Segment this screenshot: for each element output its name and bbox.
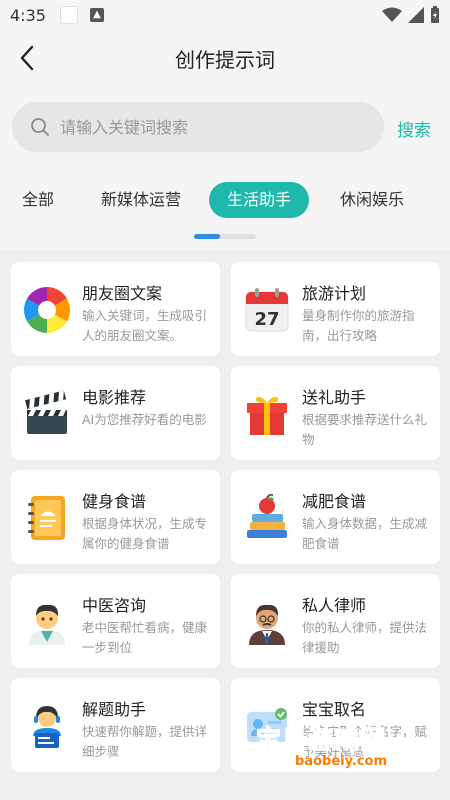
watermark: 宝贝游戏网 baobeiy.com <box>256 720 426 790</box>
tutor-avatar-icon <box>33 705 61 748</box>
search-input[interactable] <box>60 117 340 137</box>
app-notification-icon: ▲ <box>89 8 104 22</box>
card-desc: 输入身体数据，生成减肥食谱 <box>302 516 428 551</box>
card-title: 宝宝取名 <box>302 700 367 719</box>
tab-new-media[interactable]: 新媒体运营 <box>96 182 186 218</box>
signal-icon <box>408 7 424 23</box>
card-desc: 量身制作你的旅游指南，出行攻略 <box>302 308 415 343</box>
card-private-lawyer[interactable]: 私人律师 你的私人律师，提供法律援助 <box>231 574 440 668</box>
app-header: 创作提示词 <box>0 30 450 86</box>
card-title: 电影推荐 <box>82 388 147 407</box>
search-box[interactable] <box>12 102 384 152</box>
tab-scroll-indicator <box>194 234 256 239</box>
notification-placeholder-icon <box>59 6 78 24</box>
watermark-text: 宝贝游戏网 <box>256 725 387 755</box>
battery-icon <box>431 6 439 23</box>
lawyer-avatar-icon <box>249 604 285 645</box>
tab-all[interactable]: 全部 <box>18 182 58 218</box>
search-icon <box>31 118 49 136</box>
card-title: 健身食谱 <box>82 492 147 511</box>
card-travel-plan[interactable]: 27 旅游计划 量身制作你的旅游指南，出行攻略 <box>231 262 440 356</box>
card-moments-copy[interactable]: 朋友圈文案 输入关键词，生成吸引人的朋友圈文案。 <box>11 262 220 356</box>
page-title: 创作提示词 <box>175 48 275 72</box>
gift-box-icon <box>247 396 287 435</box>
recipe-notebook-icon <box>28 496 65 540</box>
status-icons <box>382 6 440 24</box>
card-title: 解题助手 <box>82 700 147 719</box>
watermark-url: baobeiy.com <box>295 754 387 769</box>
tab-leisure[interactable]: 休闲娱乐 <box>336 182 408 218</box>
card-desc: AI为您推荐好看的电影 <box>82 412 207 427</box>
status-time: 4:35 <box>10 5 46 25</box>
card-gift-assistant[interactable]: 送礼助手 根据要求推荐送什么礼物 <box>231 366 440 460</box>
books-apple-icon <box>247 494 287 538</box>
tab-life-assistant[interactable]: 生活助手 <box>209 182 309 218</box>
doctor-avatar-icon <box>29 604 65 645</box>
card-desc: 老中医帮忙看病，健康一步到位 <box>82 620 208 655</box>
category-tabs: 全部 新媒体运营 生活助手 休闲娱乐 <box>0 170 450 250</box>
prompt-grid: 朋友圈文案 输入关键词，生成吸引人的朋友圈文案。 27 旅游计划 量身制作你的旅… <box>0 250 450 800</box>
wifi-icon <box>382 7 402 22</box>
card-desc: 根据要求推荐送什么礼物 <box>302 412 428 447</box>
card-desc: 根据身体状况，生成专属你的健身食谱 <box>82 516 208 551</box>
calendar-27-icon: 27 <box>245 288 289 332</box>
card-title: 旅游计划 <box>302 284 367 303</box>
camera-aperture-icon <box>24 287 70 333</box>
card-movie-recommend[interactable]: 电影推荐 AI为您推荐好看的电影 <box>11 366 220 460</box>
card-tcm-consult[interactable]: 中医咨询 老中医帮忙看病，健康一步到位 <box>11 574 220 668</box>
card-title: 送礼助手 <box>302 388 367 407</box>
search-button[interactable]: 搜索 <box>397 116 431 141</box>
search-row: 搜索 <box>0 86 450 170</box>
card-desc: 你的私人律师，提供法律援助 <box>302 620 428 655</box>
status-bar: 4:35 ▲ <box>0 0 450 30</box>
card-desc: 输入关键词，生成吸引人的朋友圈文案。 <box>82 308 208 343</box>
card-desc: 快速帮你解题，提供详细步骤 <box>82 724 208 759</box>
card-problem-solver[interactable]: 解题助手 快速帮你解题，提供详细步骤 <box>11 678 220 772</box>
svg-text:27: 27 <box>254 309 279 330</box>
card-fitness-recipe[interactable]: 健身食谱 根据身体状况，生成专属你的健身食谱 <box>11 470 220 564</box>
card-title: 中医咨询 <box>82 596 147 615</box>
card-title: 减肥食谱 <box>302 492 367 511</box>
card-title: 私人律师 <box>302 596 367 615</box>
card-diet-recipe[interactable]: 减肥食谱 输入身体数据，生成减肥食谱 <box>231 470 440 564</box>
card-title: 朋友圈文案 <box>82 284 163 303</box>
clapperboard-icon <box>25 390 67 434</box>
